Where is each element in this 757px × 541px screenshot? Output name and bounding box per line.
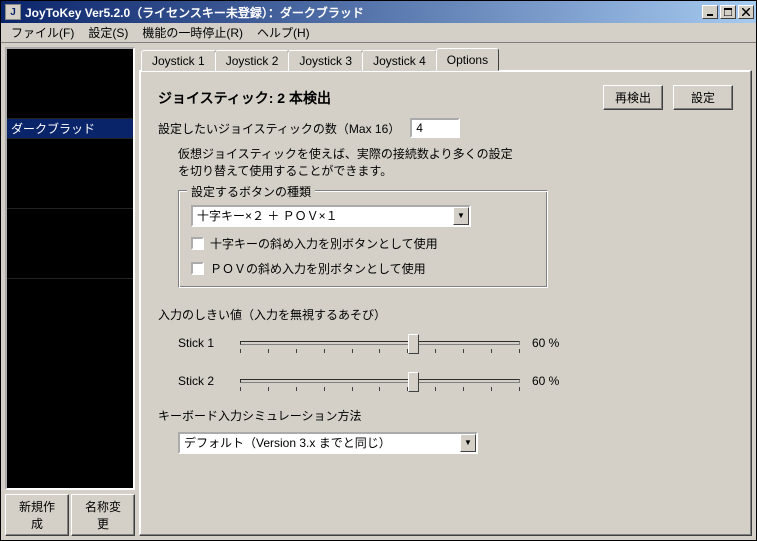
- tab-joystick-3[interactable]: Joystick 3: [288, 50, 363, 71]
- stick1-slider[interactable]: [240, 331, 520, 355]
- joystick-count-label: 設定したいジョイスティックの数（Max 16）: [158, 120, 400, 137]
- menu-file[interactable]: ファイル(F): [5, 22, 80, 43]
- keyboard-sim-combo[interactable]: デフォルト（Version 3.x までと同じ） ▼: [178, 432, 478, 454]
- close-icon: [742, 8, 750, 16]
- diagonal-label: 十字キーの斜め入力を別ボタンとして使用: [210, 235, 438, 252]
- stick2-label: Stick 2: [178, 374, 228, 388]
- titlebar: J JoyToKey Ver5.2.0（ライセンスキー未登録）：ダークブラッド: [1, 1, 756, 23]
- slider-ticks: [240, 349, 520, 353]
- tab-label: Options: [447, 53, 488, 67]
- chevron-down-icon[interactable]: ▼: [460, 434, 476, 452]
- main-area: Joystick 1 Joystick 2 Joystick 3 Joystic…: [139, 47, 752, 536]
- app-window: J JoyToKey Ver5.2.0（ライセンスキー未登録）：ダークブラッド …: [0, 0, 757, 541]
- profile-label: ダークブラッド: [11, 120, 95, 137]
- tab-label: Joystick 4: [373, 54, 426, 68]
- button-type-group: 設定するボタンの種類 十字キー×２ ＋ ＰＯＶ×１ ▼ 十字キーの斜め入力を別ボ…: [178, 190, 548, 288]
- slider-track: [240, 379, 520, 383]
- tab-joystick-2[interactable]: Joystick 2: [215, 50, 290, 71]
- sidebar: ダークブラッド 新規作成 名称変更: [5, 47, 135, 536]
- joystick-settings-button[interactable]: 設定: [673, 85, 733, 110]
- tab-label: Joystick 3: [299, 54, 352, 68]
- window-title: JoyToKey Ver5.2.0（ライセンスキー未登録）：ダークブラッド: [25, 4, 702, 21]
- tab-label: Joystick 2: [226, 54, 279, 68]
- group-title: 設定するボタンの種類: [187, 183, 315, 200]
- combo-value: デフォルト（Version 3.x までと同じ）: [180, 434, 460, 451]
- close-button[interactable]: [738, 5, 754, 19]
- redetect-button[interactable]: 再検出: [603, 85, 663, 110]
- client-area: ダークブラッド 新規作成 名称変更 Joystick 1 Joystick 2 …: [1, 43, 756, 540]
- menu-pause[interactable]: 機能の一時停止(R): [136, 22, 249, 43]
- list-item[interactable]: [7, 49, 133, 119]
- profile-list[interactable]: ダークブラッド: [5, 47, 135, 490]
- virtual-joystick-note: 仮想ジョイスティックを使えば、実際の接続数より多くの設定 を切り替えて使用するこ…: [178, 146, 733, 180]
- chevron-down-icon[interactable]: ▼: [453, 207, 469, 225]
- pov-diagonal-label: ＰＯＶの斜め入力を別ボタンとして使用: [210, 260, 426, 277]
- maximize-button[interactable]: [720, 5, 736, 19]
- stick2-value: 60 %: [532, 374, 559, 388]
- list-item[interactable]: [7, 139, 133, 209]
- window-controls: [702, 5, 754, 19]
- button-type-combo[interactable]: 十字キー×２ ＋ ＰＯＶ×１ ▼: [191, 205, 471, 227]
- threshold-label: 入力のしきい値（入力を無視するあそび）: [158, 306, 733, 323]
- options-panel: ジョイスティック: 2 本検出 再検出 設定 設定したいジョイスティックの数（M…: [139, 70, 752, 536]
- tab-strip: Joystick 1 Joystick 2 Joystick 3 Joystic…: [139, 47, 752, 70]
- tab-joystick-1[interactable]: Joystick 1: [141, 50, 216, 71]
- stick1-label: Stick 1: [178, 336, 228, 350]
- slider-ticks: [240, 387, 520, 391]
- maximize-icon: [724, 8, 732, 16]
- app-icon: J: [5, 4, 21, 20]
- menubar: ファイル(F) 設定(S) 機能の一時停止(R) ヘルプ(H): [1, 23, 756, 43]
- new-profile-button[interactable]: 新規作成: [5, 494, 69, 536]
- joystick-count-input[interactable]: [410, 118, 460, 138]
- diagonal-checkbox[interactable]: [191, 237, 204, 250]
- options-heading: ジョイスティック: 2 本検出: [158, 88, 331, 108]
- tab-joystick-4[interactable]: Joystick 4: [362, 50, 437, 71]
- stick2-slider[interactable]: [240, 369, 520, 393]
- list-blank: [7, 209, 133, 279]
- minimize-icon: [706, 8, 714, 16]
- stick1-value: 60 %: [532, 336, 559, 350]
- slider-track: [240, 341, 520, 345]
- tab-label: Joystick 1: [152, 54, 205, 68]
- tab-options[interactable]: Options: [436, 48, 499, 71]
- list-item-selected[interactable]: ダークブラッド: [7, 119, 133, 139]
- rename-profile-button[interactable]: 名称変更: [71, 494, 135, 536]
- minimize-button[interactable]: [702, 5, 718, 19]
- menu-settings[interactable]: 設定(S): [82, 22, 134, 43]
- keyboard-sim-label: キーボード入力シミュレーション方法: [158, 407, 733, 424]
- pov-diagonal-checkbox[interactable]: [191, 262, 204, 275]
- menu-help[interactable]: ヘルプ(H): [251, 22, 316, 43]
- combo-value: 十字キー×２ ＋ ＰＯＶ×１: [193, 207, 453, 224]
